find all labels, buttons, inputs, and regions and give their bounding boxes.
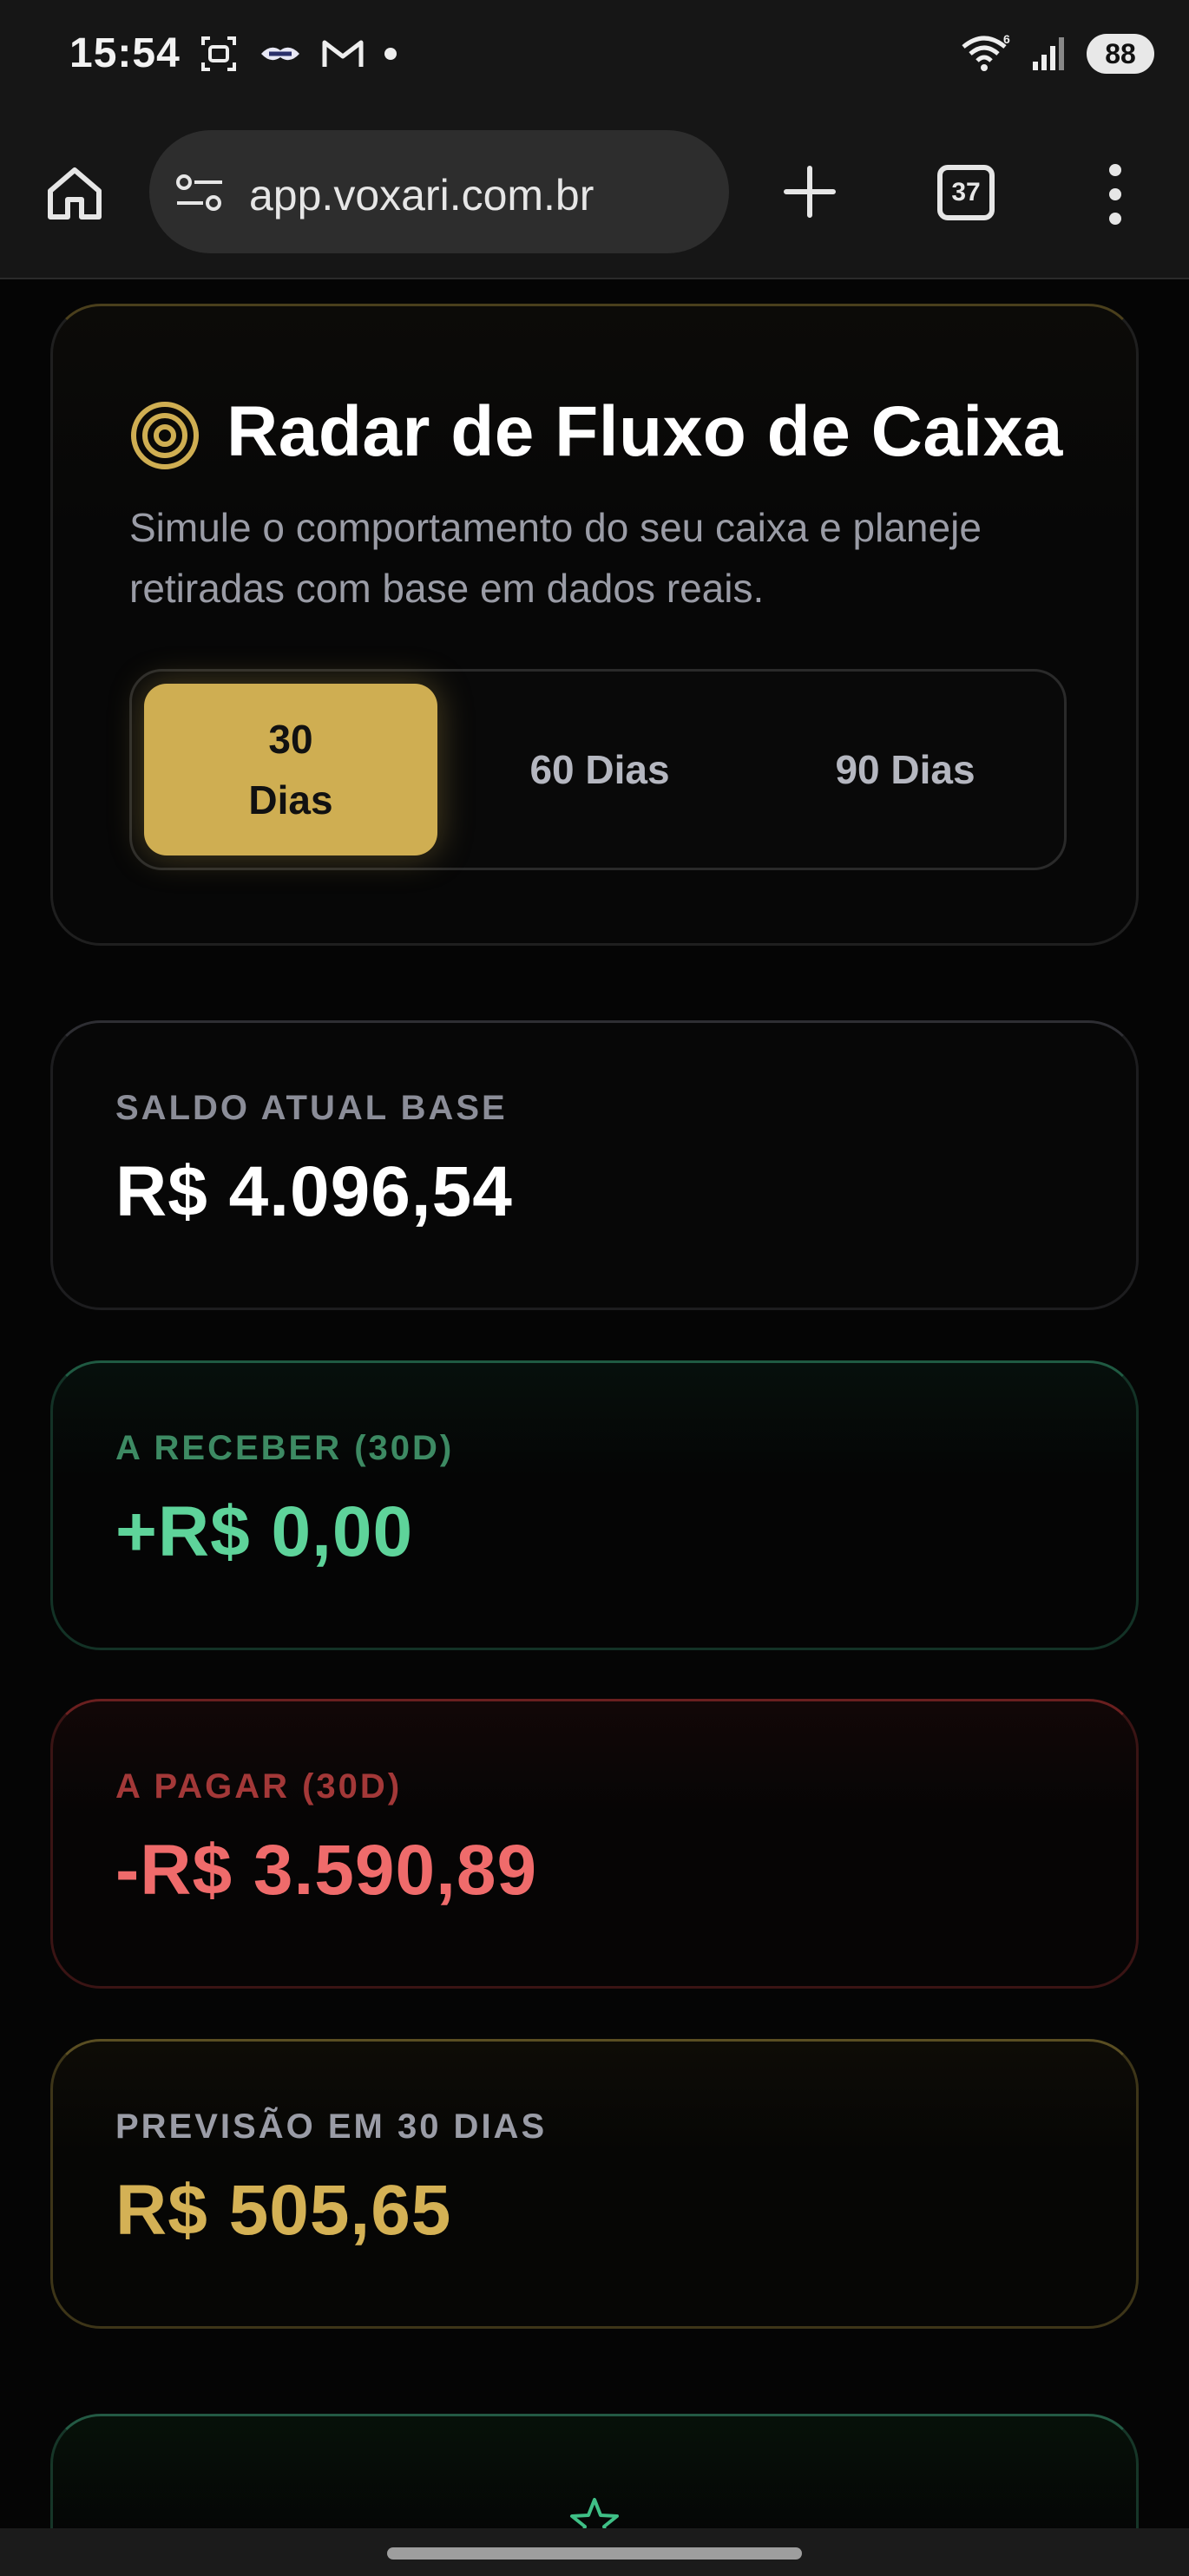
more-vert-icon[interactable] <box>1100 160 1130 229</box>
receivables-card: A RECEBER (30D) +R$ 0,00 <box>50 1360 1139 1650</box>
period-30-unit: Dias <box>248 777 333 823</box>
forecast-label: PREVISÃO EM 30 DIAS <box>115 2107 548 2146</box>
system-icons: 6 88 <box>960 33 1154 75</box>
radar-card: Radar de Fluxo de Caixa Simule o comport… <box>50 304 1139 946</box>
forecast-value: R$ 505,65 <box>115 2171 452 2250</box>
address-bar[interactable]: app.voxari.com.br <box>149 130 729 253</box>
home-icon[interactable] <box>43 161 106 224</box>
gesture-navigation-area <box>0 2528 1189 2576</box>
current-balance-card: SALDO ATUAL BASE R$ 4.096,54 <box>50 1020 1139 1310</box>
receivables-label: A RECEBER (30D) <box>115 1429 455 1467</box>
gesture-handle[interactable] <box>387 2547 802 2560</box>
browser-toolbar: app.voxari.com.br 37 <box>0 113 1189 279</box>
period-selector: 30 Dias 60 Dias 90 Dias <box>129 669 1067 870</box>
gmail-icon <box>322 40 364 67</box>
page-subtitle: Simule o comportamento do seu caixa e pl… <box>129 505 982 611</box>
forecast-card: PREVISÃO EM 30 DIAS R$ 505,65 <box>50 2039 1139 2329</box>
tabs-icon[interactable]: 37 <box>937 165 995 220</box>
current-balance-value: R$ 4.096,54 <box>115 1152 513 1231</box>
payables-value: -R$ 3.590,89 <box>115 1831 538 1910</box>
url-text: app.voxari.com.br <box>249 171 594 220</box>
status-time: 15:54 <box>69 30 181 76</box>
dot-icon <box>384 48 397 60</box>
page-title: Radar de Fluxo de Caixa <box>227 392 1063 471</box>
period-60-days-button[interactable]: 60 Dias <box>453 684 746 855</box>
target-icon <box>131 402 199 469</box>
current-balance-label: SALDO ATUAL BASE <box>115 1089 508 1127</box>
battery-icon: 88 <box>1087 34 1154 74</box>
signal-icon <box>1033 37 1064 70</box>
period-90-days-button[interactable]: 90 Dias <box>759 684 1052 855</box>
period-30-days-button[interactable]: 30 Dias <box>144 684 437 855</box>
notification-icons <box>198 33 397 75</box>
receivables-value: +R$ 0,00 <box>115 1492 414 1571</box>
plus-icon[interactable] <box>779 161 840 222</box>
payables-card: A PAGAR (30D) -R$ 3.590,89 <box>50 1699 1139 1989</box>
period-30-number: 30 <box>268 717 313 762</box>
screenshot-icon <box>201 36 236 71</box>
screen: 15:54 6 88 app.voxari.com.br 37 Radar de… <box>0 0 1189 2576</box>
site-settings-icon[interactable] <box>174 174 226 212</box>
wifi-icon: 6 <box>962 33 1010 71</box>
handshake-icon <box>261 47 299 61</box>
status-bar: 15:54 6 88 <box>0 0 1189 113</box>
payables-label: A PAGAR (30D) <box>115 1767 403 1806</box>
svg-text:6: 6 <box>1003 33 1010 46</box>
